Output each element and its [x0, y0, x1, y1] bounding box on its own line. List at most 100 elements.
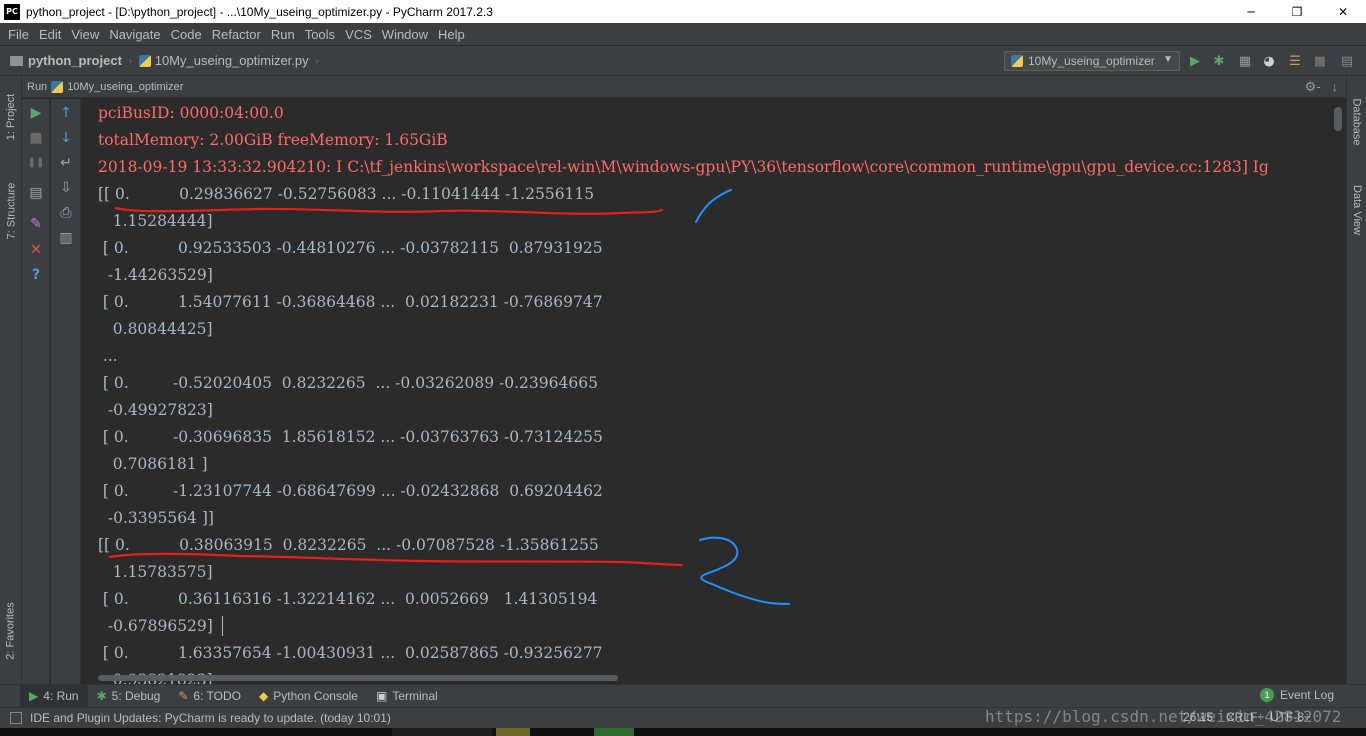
console-line: [ 0. -0.52020405 0.8232265 ... -0.032620… — [98, 374, 598, 392]
tab-structure[interactable]: 7: Structure — [0, 166, 22, 256]
tab-data-view-label: Data View — [1351, 185, 1363, 235]
tab-python-console-label: Python Console — [273, 689, 358, 703]
run-icon[interactable]: ▶ — [1188, 54, 1202, 69]
tool-window-bar: ▶ 4: Run ✱ 5: Debug ✎ 6: TODO ◆ Python C… — [0, 684, 1366, 708]
menu-refactor[interactable]: Refactor — [208, 27, 265, 42]
tab-todo[interactable]: ✎ 6: TODO — [169, 685, 250, 708]
left-tool-stripe: 1: Project 7: Structure 2: Favorites — [0, 76, 22, 684]
run-toolbar-primary: ▶ ■ ❚❚ ▤ ✎ ✕ ? — [22, 99, 50, 684]
breadcrumb-project[interactable]: python_project — [10, 53, 122, 68]
tab-run[interactable]: ▶ 4: Run — [20, 684, 88, 708]
chevron-down-icon: ▼ — [1163, 54, 1173, 65]
breadcrumb-file[interactable]: 10My_useing_optimizer.py — [138, 53, 309, 68]
tab-terminal[interactable]: ▣ Terminal — [367, 685, 447, 708]
coverage-icon[interactable]: ▦ — [1238, 54, 1252, 69]
console-line: [[ 0. 0.29836627 -0.52756083 ... -0.1104… — [98, 185, 595, 203]
python-icon: ◆ — [259, 689, 269, 703]
run-configuration-select[interactable]: 10My_useing_optimizer ▼ — [1004, 51, 1180, 71]
event-log-button[interactable]: 1 Event Log — [1259, 688, 1334, 702]
down-arrow-icon[interactable]: ↓ — [58, 130, 74, 146]
window-controls: ─ ❐ ✕ — [1228, 0, 1366, 23]
run-toolbar-secondary: ↑ ↓ ↵ ⇩ ⎙ ▥ — [51, 99, 81, 684]
minimize-button[interactable]: ─ — [1228, 0, 1274, 23]
taskbar-item[interactable] — [496, 728, 530, 736]
project-structure-icon[interactable]: ▤ — [1340, 54, 1354, 69]
tab-project[interactable]: 1: Project — [0, 76, 22, 158]
tab-favorites-label: 2: Favorites — [5, 602, 17, 660]
menu-bar: File Edit View Navigate Code Refactor Ru… — [0, 23, 1366, 45]
console-line: 1.15284444] — [98, 212, 213, 230]
right-tool-stripe: Database Data View — [1346, 76, 1366, 684]
menu-edit[interactable]: Edit — [35, 27, 65, 42]
tab-favorites[interactable]: 2: Favorites — [0, 586, 22, 676]
menu-view[interactable]: View — [67, 27, 103, 42]
tab-debug[interactable]: ✱ 5: Debug — [88, 685, 170, 708]
tab-structure-label: 7: Structure — [5, 182, 18, 240]
menu-navigate[interactable]: Navigate — [105, 27, 164, 42]
tab-terminal-label: Terminal — [392, 689, 438, 703]
console-line: [[ 0. 0.38063915 0.8232265 ... -0.070875… — [98, 536, 599, 554]
menu-vcs[interactable]: VCS — [341, 27, 376, 42]
event-log-label: Event Log — [1279, 688, 1334, 702]
run-console[interactable]: pciBusID: 0000:04:00.0 totalMemory: 2.00… — [82, 99, 1346, 684]
vertical-scrollbar[interactable] — [1334, 107, 1342, 131]
menu-code[interactable]: Code — [167, 27, 206, 42]
tab-run-label: 4: Run — [43, 689, 79, 703]
debug-icon[interactable]: ✱ — [1212, 54, 1226, 69]
run-window-config[interactable]: 10My_useing_optimizer — [67, 81, 183, 93]
stop-icon[interactable]: ■ — [28, 130, 44, 146]
taskbar-item[interactable] — [594, 728, 634, 736]
restore-button[interactable]: ❐ — [1274, 0, 1320, 23]
rerun-icon[interactable]: ▶ — [28, 105, 44, 121]
console-line: [ 0. -0.30696835 1.85618152 ... -0.03763… — [98, 428, 603, 446]
tab-python-console[interactable]: ◆ Python Console — [250, 685, 367, 708]
toggle-tool-windows-icon[interactable] — [10, 712, 22, 724]
print-icon[interactable]: ⎙ — [58, 205, 74, 221]
menu-tools[interactable]: Tools — [301, 27, 339, 42]
console-line: 0.7086181 ] — [98, 455, 208, 473]
pause-icon[interactable]: ❚❚ — [28, 155, 45, 171]
layout-icon[interactable]: ▤ — [28, 185, 44, 201]
trash-icon[interactable]: ▥ — [58, 230, 74, 246]
close-icon[interactable]: ✕ — [28, 242, 44, 258]
stop-icon[interactable]: ■ — [1313, 54, 1327, 69]
console-line: [ 0. 1.54077611 -0.36864468 ... 0.021822… — [98, 293, 603, 311]
tab-database[interactable]: Database — [1347, 82, 1366, 162]
soft-wrap-icon[interactable]: ↵ — [58, 155, 74, 171]
run-window-label: Run — [27, 80, 48, 93]
menu-file[interactable]: File — [4, 27, 33, 42]
tab-database-label: Database — [1351, 98, 1363, 146]
status-message[interactable]: IDE and Plugin Updates: PyCharm is ready… — [30, 711, 391, 725]
help-icon[interactable]: ? — [28, 267, 44, 283]
concurrency-icon[interactable]: ☰ — [1288, 54, 1302, 69]
console-line: pciBusID: 0000:04:00.0 — [98, 104, 284, 122]
console-line: [ 0. 1.63357654 -1.00430931 ... 0.025878… — [98, 644, 603, 662]
close-window-button[interactable]: ✕ — [1320, 0, 1366, 23]
menu-help[interactable]: Help — [434, 27, 469, 42]
profile-icon[interactable]: ◕ — [1262, 54, 1276, 69]
menu-run[interactable]: Run — [267, 27, 299, 42]
hide-window-icon[interactable]: ↓ — [1332, 79, 1339, 94]
tab-debug-label: 5: Debug — [111, 689, 161, 703]
debug-icon: ✱ — [96, 689, 107, 703]
console-line: -1.44263529] — [98, 266, 213, 284]
menu-window[interactable]: Window — [378, 27, 432, 42]
console-line: -0.67896529] — [98, 617, 213, 635]
run-icon: ▶ — [29, 689, 39, 703]
horizontal-scrollbar[interactable] — [98, 675, 618, 681]
python-file-icon — [51, 80, 64, 93]
folder-icon — [10, 55, 23, 66]
tab-project-label: 1: Project — [5, 93, 17, 141]
taskbar-item[interactable] — [392, 728, 492, 736]
python-file-icon — [138, 54, 151, 67]
pin-icon[interactable]: ✎ — [28, 216, 44, 232]
gear-icon[interactable]: ⚙- — [1305, 79, 1321, 94]
breadcrumb-separator: › — [314, 53, 320, 68]
up-arrow-icon[interactable]: ↑ — [58, 105, 74, 121]
console-line: totalMemory: 2.00GiB freeMemory: 1.65GiB — [98, 131, 448, 149]
console-line: [ 0. 0.36116316 -1.32214162 ... 0.005266… — [98, 590, 598, 608]
watermark: https://blog.csdn.net/weixin_42812072 — [985, 707, 1342, 726]
tab-data-view[interactable]: Data View — [1347, 170, 1366, 250]
scroll-to-end-icon[interactable]: ⇩ — [58, 180, 74, 196]
console-line: 2018-09-19 13:33:32.904210: I C:\tf_jenk… — [98, 158, 1269, 176]
